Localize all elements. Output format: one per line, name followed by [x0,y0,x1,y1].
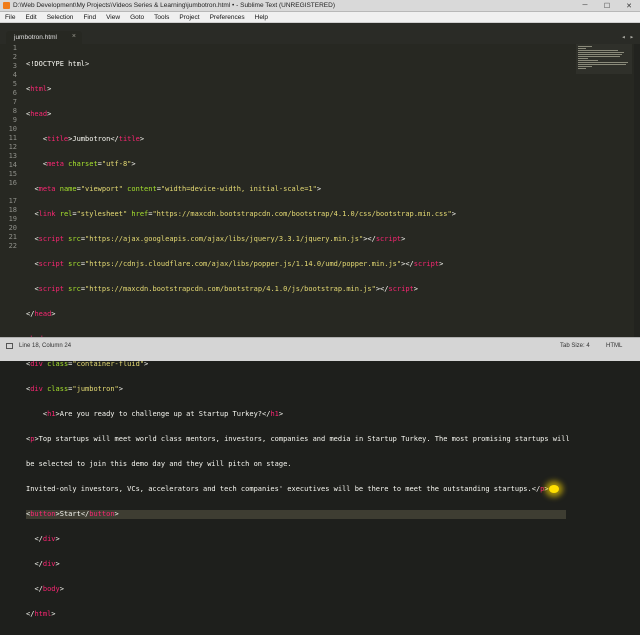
line-number: 22 [8,242,17,250]
code-line-7: <link rel="stylesheet" href="https://max… [34,210,456,218]
line-number: 12 [8,143,17,151]
menu-view[interactable]: View [101,14,125,21]
vertical-scrollbar[interactable] [634,44,640,337]
code-line-3: <head> [26,110,52,118]
syntax-selector[interactable]: HTML [606,343,622,349]
line-number: 6 [12,89,17,97]
panel-toggle-icon[interactable] [6,343,13,349]
code-line-20: </div> [34,560,60,568]
code-line-18: <button>Start</button> [26,510,566,519]
line-number: 15 [8,170,17,178]
code-line-16-wrap: be selected to join this demo day and th… [26,460,292,468]
line-number: 2 [12,53,17,61]
menu-preferences[interactable]: Preferences [205,14,250,21]
code-editor[interactable]: 1 2 3 4 5 6 7 8 9 10 11 12 13 14 15 16 1… [0,44,640,618]
line-number: 20 [8,224,17,232]
line-number: 16 [8,179,17,187]
code-line-5: <meta charset="utf-8"> [42,160,136,168]
code-line-14: <div class="jumbotron"> [26,385,123,393]
line-number: 5 [12,80,17,88]
code-line-10: <script src="https://maxcdn.bootstrapcdn… [34,285,418,293]
menu-selection[interactable]: Selection [42,14,79,21]
tab-scroll-arrows-icon[interactable]: ◂ ▸ [621,33,634,41]
cursor-position: Line 18, Column 24 [19,343,72,349]
menu-file[interactable]: File [0,14,20,21]
code-line-11: </head> [26,310,56,318]
tab-jumbotron[interactable]: jumbotron.html × [6,31,82,44]
line-number: 10 [8,125,17,133]
menu-help[interactable]: Help [250,14,273,21]
code-area[interactable]: <!DOCTYPE html> <html> <head> <title>Jum… [26,44,570,618]
close-window-icon[interactable]: ✕ [618,2,640,10]
line-number [0,188,17,197]
line-number: 7 [12,98,17,106]
line-number: 13 [8,152,17,160]
tab-label: jumbotron.html [14,34,57,41]
title-bar: D:\Web Development\My Projects\Videos Se… [0,0,640,12]
line-number: 3 [12,62,17,70]
code-line-22: </html> [26,610,56,618]
line-number: 21 [8,233,17,241]
minimize-icon[interactable]: ─ [574,2,596,9]
code-line-2: <html> [26,85,52,93]
code-line-16: <p>Top startups will meet world class me… [26,435,570,443]
code-line-1: <!DOCTYPE html> [26,60,90,68]
line-number: 9 [12,116,17,124]
menu-bar: File Edit Selection Find View Goto Tools… [0,12,640,23]
code-line-15: <h1>Are you ready to challenge up at Sta… [42,410,284,418]
tab-size-selector[interactable]: Tab Size: 4 [560,343,590,349]
code-line-4: <title>Jumbotron</title> [42,135,145,143]
code-line-21: </body> [34,585,64,593]
line-number: 8 [12,107,17,115]
code-line-19: </div> [34,535,60,543]
line-number: 4 [12,71,17,79]
line-number: 17 [8,197,17,205]
tab-bar: jumbotron.html × ◂ ▸ [0,23,640,44]
code-line-9: <script src="https://cdnjs.cloudflare.co… [34,260,444,268]
close-tab-icon[interactable]: × [72,33,76,40]
menu-tools[interactable]: Tools [149,14,174,21]
menu-edit[interactable]: Edit [20,14,41,21]
mouse-cursor-highlight [548,485,559,493]
menu-goto[interactable]: Goto [125,14,149,21]
menu-project[interactable]: Project [174,14,204,21]
line-number: 1 [12,44,17,52]
maximize-icon[interactable]: ☐ [596,2,618,10]
line-number: 19 [8,215,17,223]
code-line-17: Invited-only investors, VCs, accelerator… [26,485,566,494]
code-line-8: <script src="https://ajax.googleapis.com… [34,235,406,243]
minimap[interactable] [576,44,632,74]
code-line-13: <div class="container-fluid"> [26,360,149,368]
sublime-app-icon [3,2,10,9]
line-number-gutter: 1 2 3 4 5 6 7 8 9 10 11 12 13 14 15 16 1… [0,44,20,337]
status-bar: Line 18, Column 24 Tab Size: 4 HTML [0,337,640,361]
code-line-6: <meta name="viewport" content="width=dev… [34,185,322,193]
line-number: 18 [8,206,17,214]
line-number: 11 [8,134,17,142]
window-title: D:\Web Development\My Projects\Videos Se… [13,2,335,9]
menu-find[interactable]: Find [78,14,101,21]
line-number: 14 [8,161,17,169]
